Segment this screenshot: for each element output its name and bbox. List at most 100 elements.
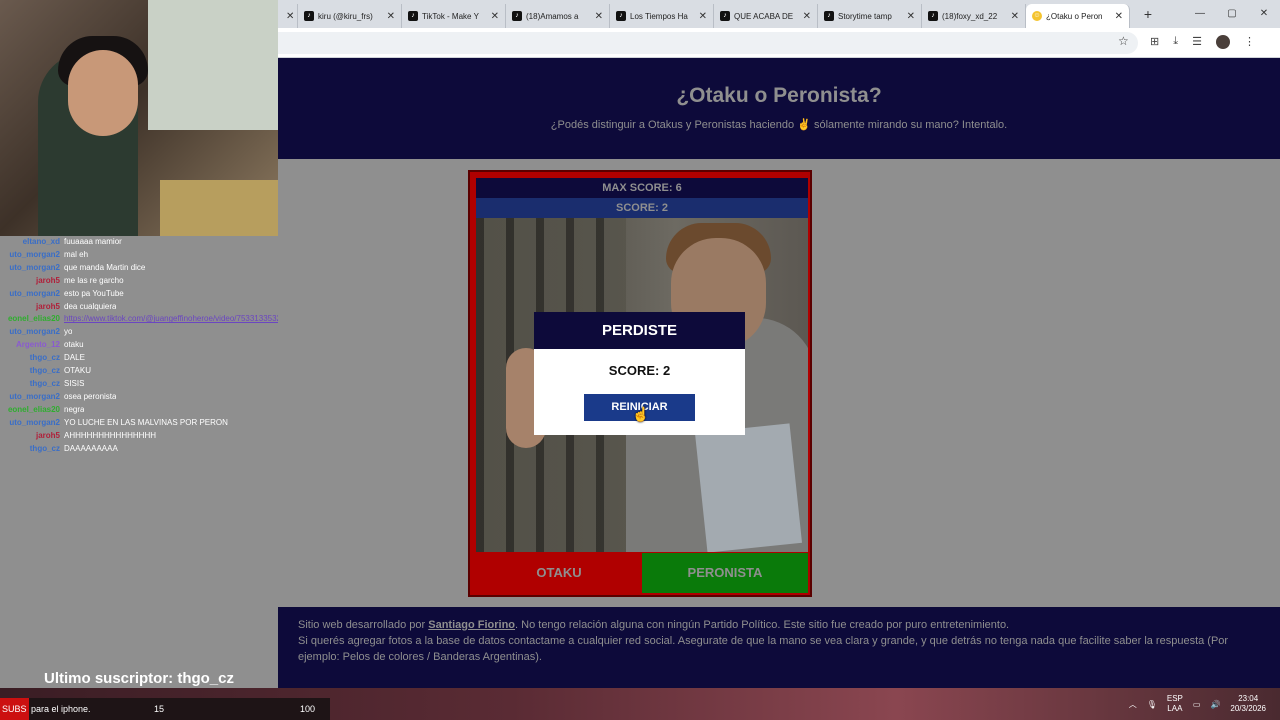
otaku-button[interactable]: OTAKU	[476, 553, 642, 593]
tab-label: QUE ACABA DE	[734, 11, 794, 21]
chat-username: thgo_cz	[29, 366, 60, 376]
chat-message: jaroh5 me las re garcho	[0, 275, 278, 288]
webcam-overlay	[0, 0, 278, 236]
minimize-button[interactable]: —	[1184, 0, 1216, 28]
webcam-window-light	[148, 0, 278, 130]
chat-message: thgo_cz DALE	[0, 352, 278, 365]
clock-date: 20/3/2026	[1230, 704, 1266, 713]
browser-tab[interactable]: ☺ ¿Otaku o Peron ✕	[1026, 4, 1130, 28]
tab-label: Los Tiempos Ha	[630, 11, 688, 21]
chat-username: eonel_elias20	[7, 314, 60, 324]
tiktok-icon: ♪	[928, 11, 938, 21]
chat-text: SISIS	[64, 378, 85, 388]
chat-username: thgo_cz	[29, 353, 60, 363]
mouse-cursor-icon: ☝	[632, 406, 650, 422]
browser-tab[interactable]: ♪ (18)Amamos a ✕	[506, 4, 610, 28]
footer-line2: Si querés agregar fotos a la base de dat…	[298, 635, 1229, 663]
chat-message: thgo_cz OTAKU	[0, 365, 278, 378]
close-icon[interactable]: ✕	[1115, 11, 1123, 22]
chat-text: fuuaaaa mamior	[64, 237, 122, 246]
chat-text: negra	[64, 404, 85, 414]
system-tray: ︿ 🎙 ESP LAA ▭ 🔊 23:04 20/3/2026	[1129, 688, 1280, 720]
chat-username: thgo_cz	[29, 443, 60, 453]
browser-tab[interactable]: ♪ TikTok - Make Y ✕	[402, 4, 506, 28]
footer-suffix: . No tengo relación alguna con ningún Pa…	[515, 619, 1010, 631]
network-icon[interactable]: ▭	[1193, 700, 1201, 709]
chat-message: eltano_xd fuuaaaa mamior	[0, 236, 278, 249]
peronista-button[interactable]: PERONISTA	[642, 553, 808, 593]
close-icon[interactable]: ✕	[491, 11, 499, 22]
bookmark-star-icon[interactable]: ☆	[1118, 34, 1129, 48]
clock-time: 23:04	[1238, 694, 1259, 703]
chat-text: osea peronista	[64, 391, 117, 401]
chat-message: uto_morgan2 esto pa YouTube	[0, 288, 278, 301]
chat-username: uto_morgan2	[9, 288, 60, 298]
chat-text: AHHHHHHHHHHHHHHH	[64, 430, 156, 440]
maximize-button[interactable]: ▢	[1216, 0, 1248, 28]
chat-text: YO LUCHE EN LAS MALVINAS POR PERON	[64, 417, 228, 427]
author-link[interactable]: Santiago Fiorino	[428, 619, 515, 631]
chat-username: uto_morgan2	[9, 417, 60, 427]
close-icon[interactable]: ✕	[387, 11, 395, 22]
browser-tab[interactable]: ♪ Storytime tamp ✕	[818, 4, 922, 28]
menu-dots-icon[interactable]: ⋮	[1244, 35, 1255, 49]
modal-title: PERDISTE	[534, 312, 745, 349]
page-subtitle: ¿Podés distinguir a Otakus y Peronistas …	[550, 119, 1008, 131]
tiktok-icon: ♪	[824, 11, 834, 21]
close-window-button[interactable]: ✕	[1248, 0, 1280, 28]
tab-label: Storytime tamp	[838, 11, 892, 21]
tiktok-icon: ♪	[720, 11, 730, 21]
browser-tab[interactable]: ♪ Los Tiempos Ha ✕	[610, 4, 714, 28]
chat-username: uto_morgan2	[9, 249, 60, 259]
chat-username: thgo_cz	[29, 378, 60, 388]
page-title: ¿Otaku o Peronista?	[676, 84, 882, 107]
language-layout: LAA	[1167, 704, 1183, 713]
browser-tab[interactable]: ♪ QUE ACABA DE ✕	[714, 4, 818, 28]
chat-link[interactable]: https://www.tiktok.com/@juangeffinoheroe…	[64, 313, 278, 326]
translate-icon[interactable]: ⊞	[1150, 35, 1159, 49]
chat-username: uto_morgan2	[9, 262, 60, 272]
omnibox[interactable]	[278, 32, 1138, 54]
browser-tab[interactable]: ♪ kiru (@kiru_frs) ✕	[298, 4, 402, 28]
site-footer: Sitio web desarrollado por Santiago Fior…	[278, 607, 1280, 697]
ticker-current: 15	[154, 704, 165, 714]
close-icon[interactable]: ✕	[286, 11, 294, 22]
close-icon[interactable]: ✕	[699, 11, 707, 22]
new-tab-button[interactable]: +	[1136, 6, 1160, 22]
close-icon[interactable]: ✕	[803, 11, 811, 22]
chat-message: jaroh5 dea cualquiera	[0, 301, 278, 314]
close-icon[interactable]: ✕	[907, 11, 915, 22]
tab-label: (18)foxy_xd_22	[942, 11, 998, 21]
clock[interactable]: 23:04 20/3/2026	[1230, 694, 1266, 714]
browser-tab[interactable]: ♪ (18)foxy_xd_22 ✕	[922, 4, 1026, 28]
media-control-icon[interactable]: ☰	[1192, 35, 1202, 49]
chat-username: jaroh5	[35, 275, 60, 285]
download-icon[interactable]: ⤓	[1173, 35, 1178, 49]
tiktok-icon: ♪	[512, 11, 522, 21]
chevron-up-icon[interactable]: ︿	[1129, 699, 1137, 710]
tab-label: TikTok - Make Y	[422, 11, 479, 21]
photo-card	[694, 423, 803, 552]
chat-text: me las re garcho	[64, 275, 124, 285]
subs-ticker: SUBS para el iphone. 15 100	[0, 698, 330, 720]
chat-message: uto_morgan2 osea peronista	[0, 391, 278, 404]
last-subscriber: Ultimo suscriptor: thgo_cz	[43, 670, 234, 687]
chat-message: eonel_elias20 negra	[0, 404, 278, 417]
tab-label: (18)Amamos a	[526, 11, 579, 21]
chat-message: thgo_cz SISIS	[0, 378, 278, 391]
close-icon[interactable]: ✕	[595, 11, 603, 22]
toolbar-icons: ⊞ ⤓ ☰ ⋮	[1150, 35, 1255, 49]
chat-text: OTAKU	[64, 366, 91, 376]
tab-close-partial[interactable]: ✕	[278, 4, 298, 28]
chat-username: uto_morgan2	[9, 327, 60, 337]
ticker-highlight: SUBS	[0, 698, 29, 720]
language-code: ESP	[1166, 694, 1183, 703]
language-indicator[interactable]: ESP LAA	[1167, 694, 1183, 714]
address-bar-row: ☆ ⊞ ⤓ ☰ ⋮	[278, 28, 1280, 58]
chat-text: DALE	[64, 353, 85, 363]
profile-avatar[interactable]	[1215, 35, 1230, 49]
close-icon[interactable]: ✕	[1011, 11, 1019, 22]
volume-icon[interactable]: 🔊	[1210, 700, 1220, 709]
ticker-text: para el iphone.	[28, 704, 91, 714]
microphone-icon[interactable]: 🎙	[1147, 700, 1157, 709]
